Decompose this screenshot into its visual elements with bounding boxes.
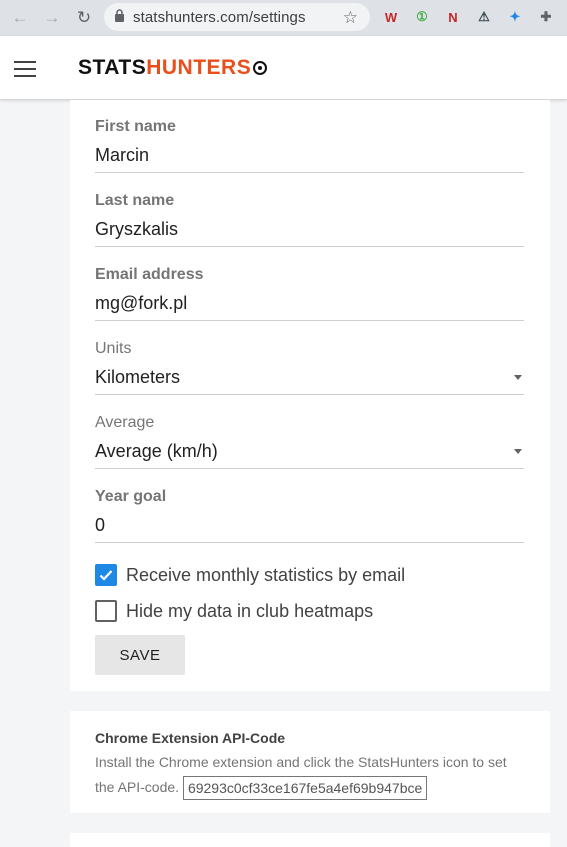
last-name-underline: [95, 246, 524, 247]
extensions-row: W ① N ⚠ ✦ ✚: [380, 6, 557, 28]
bookmark-star-icon[interactable]: ☆: [343, 8, 358, 28]
first-name-input[interactable]: Marcin: [95, 145, 524, 166]
extension-green-icon[interactable]: ①: [411, 6, 433, 28]
menu-icon[interactable]: [14, 61, 36, 77]
extension-dark-icon[interactable]: ⚠: [473, 6, 495, 28]
email-input[interactable]: mg@fork.pl: [95, 293, 524, 314]
api-code-title: Chrome Extension API-Code: [95, 730, 286, 746]
hide-heatmaps-option[interactable]: Hide my data in club heatmaps: [95, 600, 373, 622]
settings-card: First name Marcin Last name Gryszkalis E…: [70, 100, 550, 691]
extension-n-icon[interactable]: N: [442, 6, 464, 28]
api-code-card: Chrome Extension API-Code Install the Ch…: [70, 711, 550, 813]
checkmark-icon: [99, 570, 113, 581]
last-name-field[interactable]: Last name Gryszkalis: [95, 192, 524, 247]
address-bar[interactable]: statshunters.com/settings ☆: [104, 3, 370, 31]
extensions-puzzle-icon[interactable]: ✚: [535, 6, 557, 28]
logo-text-hunters: HUNTERS: [146, 56, 252, 79]
first-name-label: First name: [95, 118, 176, 135]
last-name-input[interactable]: Gryszkalis: [95, 219, 524, 240]
monthly-stats-checkbox[interactable]: [95, 564, 117, 586]
units-underline: [95, 394, 524, 395]
forward-button[interactable]: →: [39, 5, 65, 31]
average-field[interactable]: Average Average (km/h): [95, 414, 524, 469]
logo[interactable]: STATS HUNTERS: [78, 56, 268, 80]
monthly-stats-label: Receive monthly statistics by email: [126, 564, 406, 585]
api-code-description: Install the Chrome extension and click t…: [95, 750, 525, 801]
reload-button[interactable]: ↻: [71, 5, 97, 31]
year-goal-label: Year goal: [95, 488, 167, 505]
hide-heatmaps-checkbox[interactable]: [95, 600, 117, 622]
api-code-input[interactable]: 69293c0cf33ce167fe5a4ef69b947bce: [182, 776, 428, 801]
year-goal-field[interactable]: Year goal 0: [95, 488, 524, 543]
units-dropdown-icon[interactable]: [514, 375, 522, 380]
average-underline: [95, 468, 524, 469]
units-label: Units: [95, 340, 132, 357]
monthly-stats-option[interactable]: Receive monthly statistics by email: [95, 564, 405, 586]
url-text: statshunters.com/settings: [133, 8, 306, 26]
year-goal-underline: [95, 542, 524, 543]
target-icon: [253, 61, 268, 75]
year-goal-input[interactable]: 0: [95, 515, 524, 536]
email-label: Email address: [95, 266, 204, 283]
lock-icon: [114, 9, 125, 25]
last-name-label: Last name: [95, 192, 175, 209]
save-button[interactable]: SAVE: [95, 635, 185, 675]
logo-text-stats: STATS: [78, 56, 147, 79]
next-card: [70, 833, 550, 847]
email-field[interactable]: Email address mg@fork.pl: [95, 266, 524, 321]
first-name-field[interactable]: First name Marcin: [95, 118, 524, 173]
extension-blue-icon[interactable]: ✦: [504, 6, 526, 28]
browser-toolbar: ← → ↻ statshunters.com/settings ☆ W ① N …: [0, 0, 567, 36]
units-field[interactable]: Units Kilometers: [95, 340, 524, 395]
app-header: STATS HUNTERS: [0, 36, 567, 100]
units-select[interactable]: Kilometers: [95, 367, 524, 388]
average-dropdown-icon[interactable]: [514, 449, 522, 454]
back-button[interactable]: ←: [7, 5, 33, 31]
first-name-underline: [95, 172, 524, 173]
hide-heatmaps-label: Hide my data in club heatmaps: [126, 600, 374, 621]
average-label: Average: [95, 414, 155, 431]
email-underline: [95, 320, 524, 321]
average-select[interactable]: Average (km/h): [95, 441, 524, 462]
extension-w-icon[interactable]: W: [380, 6, 402, 28]
